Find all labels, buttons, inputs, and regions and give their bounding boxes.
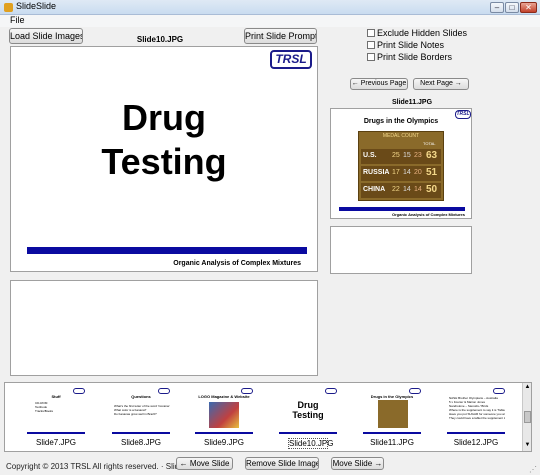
thumb-bar [447, 432, 505, 434]
close-icon[interactable]: ✕ [520, 2, 537, 13]
next-slide-subtitle: Organic Analysis of Complex Mixtures [392, 212, 465, 217]
print-borders-checkbox[interactable] [367, 53, 375, 61]
total-count: 50 [426, 184, 438, 195]
silver-count: 15 [403, 152, 411, 159]
title-bar: SlideSlide – □ ✕ [0, 0, 540, 15]
thumb-title: LOGO Magazine & Website [198, 394, 250, 399]
country-name: RUSSIA [363, 169, 390, 176]
country-name: CHINA [363, 186, 386, 193]
scroll-up-icon[interactable]: ▲ [524, 384, 531, 391]
medal-row: RUSSIA 17 14 20 51 [361, 166, 441, 181]
menu-bar: File [0, 15, 540, 27]
slide-underline-bar [27, 247, 307, 254]
filmstrip-thumb[interactable]: Drug Testing [277, 388, 339, 436]
medal-row: U.S. 25 15 23 63 [361, 149, 441, 164]
filmstrip-caption: Slide8.JPG [120, 438, 162, 447]
medal-count-header: MEDAL COUNT [382, 133, 420, 139]
exclude-hidden-label: Exclude Hidden Slides [377, 28, 468, 38]
maximize-icon[interactable]: □ [505, 2, 519, 13]
resize-grip-icon[interactable]: ⋰ [529, 465, 539, 475]
total-label: TOTAL [423, 141, 436, 146]
thumb-bar [195, 432, 253, 434]
menu-file[interactable]: File [10, 15, 25, 25]
medal-row: CHINA 22 14 14 50 [361, 183, 441, 198]
slide-title-line2: Testing [101, 141, 227, 182]
slide-notes-panel[interactable] [10, 280, 318, 376]
filmstrip-thumb[interactable]: Stuff CD-ROM Textbook Tracks/Books [25, 388, 87, 436]
thumb-bar [27, 432, 85, 434]
scroll-thumb[interactable] [524, 411, 531, 423]
thumb-title: Questions [131, 394, 151, 399]
next-slide-title: Drugs in the Olympics [363, 118, 439, 125]
bronze-count: 23 [414, 152, 422, 159]
filmstrip-thumb[interactable]: NASH Brother Olympians – Australia 5 x F… [445, 388, 507, 436]
medal-image [378, 400, 408, 428]
main-slide-preview: TRSL Drug Testing Organic Analysis of Co… [10, 46, 318, 272]
next-page-button[interactable]: Next Page → [413, 78, 469, 90]
country-name: U.S. [363, 152, 377, 159]
bronze-count: 14 [414, 186, 422, 193]
filmstrip-thumb[interactable]: Questions What's the first letter of the… [110, 388, 172, 436]
filmstrip-thumb[interactable]: Drugs in the Olympics [361, 388, 423, 436]
filmstrip-caption: Slide12.JPG [453, 438, 499, 447]
app-icon [4, 3, 13, 12]
thumb-bar [363, 432, 421, 434]
gold-count: 17 [392, 169, 400, 176]
next-slide-notes-panel[interactable] [330, 226, 472, 274]
thumb-logo-icon [493, 388, 505, 394]
window-title: SlideSlide [16, 1, 57, 11]
remove-slide-images-button[interactable]: Remove Slide Images [245, 457, 319, 470]
thumb-title: Drugs in the Olympics [370, 394, 414, 399]
thumb-logo-icon [325, 388, 337, 394]
thumb-bar [279, 432, 337, 434]
gold-count: 25 [392, 152, 400, 159]
main-slide-caption: Slide10.JPG [136, 35, 184, 44]
slide-filmstrip[interactable]: Stuff CD-ROM Textbook Tracks/Books Slide… [4, 382, 532, 452]
next-slide-bar [339, 207, 465, 211]
trsl-logo: TRSL [270, 50, 312, 69]
move-slide-right-button[interactable]: Move Slide → [331, 457, 384, 470]
move-slide-left-button[interactable]: ← Move Slide [176, 457, 233, 470]
thumb-bullet: They could have a tablet the supplement … [449, 416, 505, 420]
previous-page-button[interactable]: ← Previous Page [350, 78, 408, 90]
print-slide-prompts-button[interactable]: Print Slide Prompts [244, 28, 317, 44]
filmstrip-caption: Slide11.JPG [370, 438, 414, 447]
filmstrip-caption-selected: Slide10.JPG [288, 438, 334, 449]
next-slide-caption: Slide11.JPG [391, 99, 433, 106]
thumb-bullet: Do bananas grow well in Brazil? [114, 412, 157, 416]
slide-subtitle: Organic Analysis of Complex Mixtures [173, 260, 301, 267]
filmstrip-scrollbar[interactable]: ▲ ▼ [522, 383, 531, 451]
total-count: 51 [426, 167, 438, 178]
bronze-count: 20 [414, 169, 422, 176]
filmstrip-thumb[interactable]: LOGO Magazine & Website [193, 388, 255, 436]
next-slide-preview: TRSL Drugs in the Olympics MEDAL COUNT T… [330, 108, 472, 219]
slide-title-line1: Drug [122, 97, 206, 138]
magazine-image [209, 402, 239, 428]
filmstrip-caption: Slide7.JPG [35, 438, 77, 447]
print-notes-checkbox[interactable] [367, 41, 375, 49]
thumb-title: Stuff [51, 394, 61, 399]
minimize-icon[interactable]: – [490, 2, 504, 13]
load-slide-images-button[interactable]: Load Slide Images [9, 28, 83, 44]
gold-count: 22 [392, 186, 400, 193]
silver-count: 14 [403, 169, 411, 176]
thumb-bar [112, 432, 170, 434]
scroll-down-icon[interactable]: ▼ [524, 442, 531, 449]
total-count: 63 [426, 150, 438, 161]
thumb-title: Drug Testing [292, 400, 324, 420]
print-notes-label: Print Slide Notes [377, 40, 445, 50]
filmstrip-caption: Slide9.JPG [203, 438, 245, 447]
exclude-hidden-checkbox[interactable] [367, 29, 375, 37]
print-borders-label: Print Slide Borders [377, 52, 453, 62]
silver-count: 14 [403, 186, 411, 193]
thumb-bullet: Tracks/Books [35, 409, 54, 413]
medal-count-table: MEDAL COUNT TOTAL U.S. 25 15 23 63 RUSSI… [358, 131, 444, 201]
